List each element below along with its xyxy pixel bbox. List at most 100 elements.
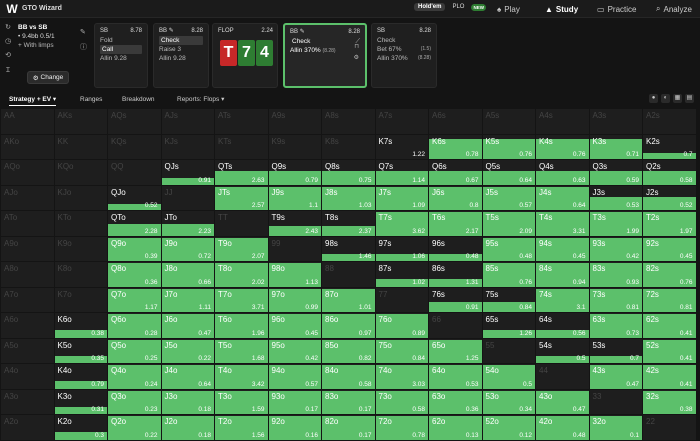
hand-cell[interactable]: K3o 0.31 — [54, 388, 107, 414]
hand-cell[interactable]: KK — [54, 133, 107, 159]
hand-cell[interactable]: 75o 0.84 — [375, 337, 428, 363]
hand-cell[interactable]: J6s 0.8 — [429, 184, 482, 210]
hand-cell[interactable]: 97o 0.99 — [268, 286, 321, 312]
hand-cell[interactable]: KQs — [108, 133, 161, 159]
hand-cell[interactable]: 82o 0.17 — [322, 414, 375, 440]
hand-cell[interactable]: J7o 1.11 — [161, 286, 214, 312]
hand-cell[interactable]: 86s 1.31 — [429, 261, 482, 287]
hand-cell[interactable]: 54s 0.5 — [536, 337, 589, 363]
hand-cell[interactable]: 73o 0.58 — [375, 388, 428, 414]
hand-cell[interactable]: T8s 2.37 — [322, 210, 375, 236]
grid-view-icon[interactable]: ▦ — [673, 94, 682, 103]
hand-cell[interactable]: 62o 0.13 — [429, 414, 482, 440]
hand-cell[interactable]: 44 — [536, 363, 589, 389]
hand-cell[interactable]: 53s 0.7 — [589, 337, 642, 363]
hand-cell[interactable]: Q3s 0.59 — [589, 159, 642, 185]
action-card-sb[interactable]: SB 8.78 Fold Call Allin 9.28 — [94, 23, 148, 88]
hand-cell[interactable]: A4s — [536, 108, 589, 134]
hand-cell[interactable]: AJo — [1, 184, 54, 210]
hand-cell[interactable]: AQs — [108, 108, 161, 134]
hand-cell[interactable]: K4o 0.79 — [54, 363, 107, 389]
nav-analyze[interactable]: ⌕ Analyze — [656, 2, 692, 16]
hand-cell[interactable]: 32s 0.38 — [643, 388, 696, 414]
hand-cell[interactable]: 95o 0.42 — [268, 337, 321, 363]
hand-cell[interactable]: T4o 3.42 — [215, 363, 268, 389]
action-check[interactable]: Check — [159, 36, 203, 45]
hand-cell[interactable]: AQo — [1, 159, 54, 185]
hand-cell[interactable]: K3s 0.71 — [589, 133, 642, 159]
hand-cell[interactable]: ATs — [215, 108, 268, 134]
hand-cell[interactable]: J5o 0.22 — [161, 337, 214, 363]
hand-cell[interactable]: J8s 1.03 — [322, 184, 375, 210]
hand-cell[interactable]: J4o 0.64 — [161, 363, 214, 389]
plo-toggle[interactable]: PLO — [448, 3, 468, 11]
tab-reports[interactable]: Reports: Flops ▾ — [177, 94, 224, 106]
hand-cell[interactable]: J9o 0.72 — [161, 235, 214, 261]
hand-cell[interactable]: 52o 0.12 — [482, 414, 535, 440]
hand-cell[interactable]: AA — [1, 108, 54, 134]
hand-cell[interactable]: 85o 0.82 — [322, 337, 375, 363]
pencil-icon[interactable]: ✎ — [169, 28, 174, 34]
hand-cell[interactable]: 96s 0.48 — [429, 235, 482, 261]
hand-cell[interactable]: 65s 1.26 — [482, 312, 535, 338]
hand-cell[interactable]: QJs 0.91 — [161, 159, 214, 185]
hand-cell[interactable]: 72o 0.78 — [375, 414, 428, 440]
hand-cell[interactable]: 22 — [643, 414, 696, 440]
action-fold[interactable]: Fold — [100, 36, 142, 45]
hand-cell[interactable]: A3o — [1, 388, 54, 414]
tab-ranges[interactable]: Ranges — [80, 94, 102, 106]
refresh-icon[interactable]: ↻ — [4, 23, 12, 31]
circle-view-icon[interactable]: ● — [649, 94, 658, 103]
board-card-3[interactable]: 4 — [256, 40, 273, 66]
hand-cell[interactable]: K8s — [322, 133, 375, 159]
hand-cell[interactable]: J4s 0.64 — [536, 184, 589, 210]
hand-cell[interactable]: K5s 0.76 — [482, 133, 535, 159]
hand-cell[interactable]: 66 — [429, 312, 482, 338]
hand-cell[interactable]: A6s — [429, 108, 482, 134]
hand-cell[interactable]: 98o 1.13 — [268, 261, 321, 287]
hand-cell[interactable]: T5o 1.68 — [215, 337, 268, 363]
hand-cell[interactable]: T2s 1.97 — [643, 210, 696, 236]
action-allin[interactable]: Allin 370% — [290, 47, 321, 54]
nav-practice[interactable]: ▭ Practice — [597, 2, 636, 16]
hand-cell[interactable]: A8s — [322, 108, 375, 134]
hand-cell[interactable]: ATo — [1, 210, 54, 236]
hand-cell[interactable]: T5s 2.09 — [482, 210, 535, 236]
hand-cell[interactable]: 65o 1.25 — [429, 337, 482, 363]
hand-cell[interactable]: T4s 3.31 — [536, 210, 589, 236]
hand-cell[interactable]: 75s 0.84 — [482, 286, 535, 312]
hand-cell[interactable]: 55 — [482, 337, 535, 363]
nav-play[interactable]: ♠ Play — [497, 2, 520, 16]
hand-cell[interactable]: T3s 1.99 — [589, 210, 642, 236]
hand-cell[interactable]: 76s 0.91 — [429, 286, 482, 312]
hand-cell[interactable]: J5s 0.57 — [482, 184, 535, 210]
hand-cell[interactable]: Q2o 0.22 — [108, 414, 161, 440]
hand-cell[interactable]: K6s 0.78 — [429, 133, 482, 159]
hand-cell[interactable]: 63s 0.73 — [589, 312, 642, 338]
hand-cell[interactable]: AJs — [161, 108, 214, 134]
board-card-2[interactable]: 7 — [238, 40, 255, 66]
hand-cell[interactable]: JTo 2.23 — [161, 210, 214, 236]
clock-icon[interactable]: ◷ — [4, 37, 12, 45]
hand-cell[interactable]: A7s — [375, 108, 428, 134]
hand-cell[interactable]: Q7s 1.14 — [375, 159, 428, 185]
hand-cell[interactable]: K8o — [54, 261, 107, 287]
action-bet[interactable]: Bet 67% — [377, 45, 402, 54]
info-icon[interactable]: ⓘ — [80, 42, 87, 52]
hand-cell[interactable]: Q5o 0.25 — [108, 337, 161, 363]
hand-cell[interactable]: J6o 0.47 — [161, 312, 214, 338]
history-icon[interactable]: ⟲ — [4, 51, 12, 59]
hand-cell[interactable]: K5o 0.35 — [54, 337, 107, 363]
hand-cell[interactable]: QTo 2.28 — [108, 210, 161, 236]
hand-cell[interactable]: A9s — [268, 108, 321, 134]
hand-cell[interactable]: 64o 0.53 — [429, 363, 482, 389]
nav-study[interactable]: ▲ Study — [545, 2, 578, 16]
hand-cell[interactable]: KTs — [215, 133, 268, 159]
tab-strategy-ev[interactable]: Strategy + EV ▾ — [9, 94, 57, 106]
hand-cell[interactable]: J8o 0.66 — [161, 261, 214, 287]
hand-cell[interactable]: A2s — [643, 108, 696, 134]
hand-cell[interactable]: 84o 0.58 — [322, 363, 375, 389]
action-card-sb-2[interactable]: SB 8.28 Check Bet 67% (1.5) Allin 370% (8.2… — [371, 23, 437, 88]
action-call[interactable]: Call — [100, 45, 142, 54]
hand-cell[interactable]: 54o 0.5 — [482, 363, 535, 389]
